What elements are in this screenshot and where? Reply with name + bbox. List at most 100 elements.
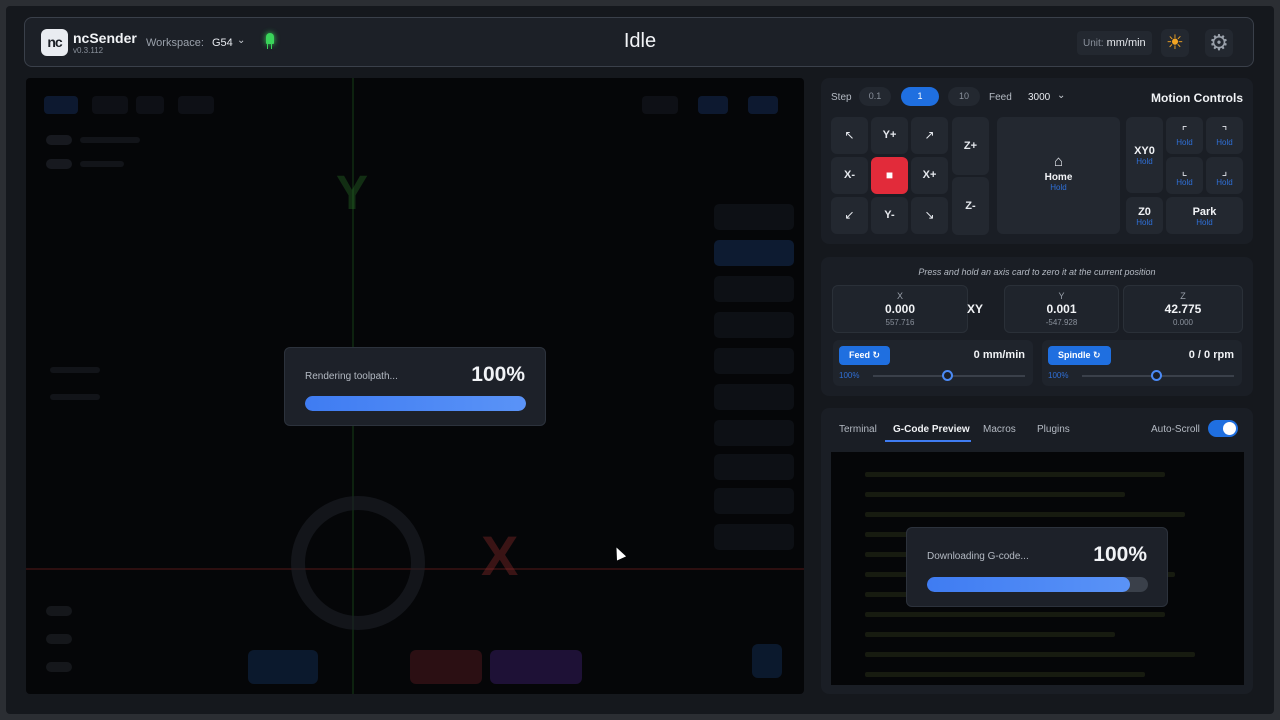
axis-y-name: Y xyxy=(1058,291,1065,301)
home-icon: ⌂ xyxy=(1053,153,1064,170)
park-button[interactable]: Park Hold xyxy=(1166,197,1243,234)
corner-bottom-right-button[interactable]: ⌟ Hold xyxy=(1206,157,1243,194)
ghost-toggle xyxy=(46,159,72,169)
ghost-text xyxy=(80,137,140,143)
tab-terminal[interactable]: Terminal xyxy=(839,424,877,435)
feed-override-percent: 100% xyxy=(839,371,860,380)
gcode-line xyxy=(865,512,1185,517)
toolpath-visualizer[interactable]: Y X Rendering toolpath... 100% xyxy=(26,78,804,694)
gcode-download-percent: 100% xyxy=(1093,543,1147,566)
y-axis-glyph: Y xyxy=(336,167,369,220)
step-option-10[interactable]: 10 xyxy=(948,87,980,106)
axis-card-y[interactable]: Y 0.001 -547.928 xyxy=(1004,285,1119,333)
render-progress-bar xyxy=(305,396,526,411)
connection-led-icon xyxy=(266,33,274,49)
step-option-0-1[interactable]: 0.1 xyxy=(859,87,891,106)
jog-sw-button[interactable]: ↙ xyxy=(831,197,868,234)
ghost-action-button xyxy=(752,644,782,678)
spindle-speed-value: 0 / 0 rpm xyxy=(1188,349,1234,361)
jog-z-plus-button[interactable]: Z+ xyxy=(952,117,989,175)
gcode-line xyxy=(865,472,1165,477)
ghost-side-button xyxy=(714,420,794,446)
gear-icon[interactable]: ⚙ xyxy=(1205,29,1233,57)
chevron-down-icon[interactable]: ⌄ xyxy=(237,35,245,46)
feed-override: Feed ↻ 0 mm/min 100% xyxy=(833,340,1033,386)
axis-z-machine: 0.000 xyxy=(1172,318,1194,327)
axis-card-xy[interactable]: XY xyxy=(967,302,983,316)
gcode-line xyxy=(865,612,1165,617)
ghost-view-tab xyxy=(44,96,78,114)
render-progress-percent: 100% xyxy=(471,363,525,386)
corner-top-right-button[interactable]: ⌝ Hold xyxy=(1206,117,1243,154)
console-panel: Terminal G-Code Preview Macros Plugins A… xyxy=(821,408,1253,694)
spindle-override: Spindle ↻ 0 / 0 rpm 100% xyxy=(1042,340,1242,386)
step-option-1[interactable]: 1 xyxy=(901,87,939,106)
feed-select[interactable]: 3000 xyxy=(1028,92,1050,103)
feed-override-reset-button[interactable]: Feed ↻ xyxy=(839,346,891,365)
autoscroll-label: Auto-Scroll xyxy=(1151,424,1200,435)
ghost-toggle xyxy=(46,662,72,672)
xy0-hold-hint: Hold xyxy=(1136,157,1153,166)
ghost-text xyxy=(50,394,100,400)
home-button[interactable]: ⌂ Home Hold xyxy=(997,117,1120,234)
step-label: Step xyxy=(831,92,852,103)
corner-hold-hint: Hold xyxy=(1216,178,1233,187)
ghost-side-button xyxy=(714,240,794,266)
active-tab-indicator xyxy=(885,440,971,442)
workspace-select[interactable]: G54 xyxy=(212,37,233,49)
corner-bottom-left-button[interactable]: ⌞ Hold xyxy=(1166,157,1203,194)
x-axis-glyph: X xyxy=(481,524,519,587)
corner-hold-hint: Hold xyxy=(1216,138,1233,147)
unit-toggle[interactable]: Unit: mm/min xyxy=(1077,31,1152,55)
feed-label: Feed xyxy=(989,92,1012,103)
app-name: ncSender xyxy=(73,30,137,46)
jog-z-minus-button[interactable]: Z- xyxy=(952,177,989,235)
gcode-download-modal: Downloading G-code... 100% xyxy=(906,527,1168,607)
spindle-override-slider-handle[interactable] xyxy=(1151,370,1162,381)
spindle-override-reset-button[interactable]: Spindle ↻ xyxy=(1048,346,1111,365)
feed-override-slider-handle[interactable] xyxy=(942,370,953,381)
jog-nw-button[interactable]: ↖ xyxy=(831,117,868,154)
render-progress-modal: Rendering toolpath... 100% xyxy=(284,347,546,426)
sun-icon[interactable]: ☀ xyxy=(1161,29,1189,57)
jog-y-plus-button[interactable]: Y+ xyxy=(871,117,908,154)
z0-button[interactable]: Z0 Hold xyxy=(1126,197,1163,234)
machine-status: Idle xyxy=(623,30,657,52)
jog-ne-button[interactable]: ↗ xyxy=(911,117,948,154)
corner-bottom-right-icon: ⌟ xyxy=(1221,164,1228,178)
xy0-button[interactable]: XY0 Hold xyxy=(1126,117,1163,193)
axis-card-z[interactable]: Z 42.775 0.000 xyxy=(1123,285,1243,333)
ghost-action-button xyxy=(248,650,318,684)
spindle-override-percent: 100% xyxy=(1048,371,1069,380)
ghost-jog-dial xyxy=(291,496,425,630)
tab-plugins[interactable]: Plugins xyxy=(1037,424,1070,435)
ghost-view-tab xyxy=(642,96,678,114)
ghost-action-button xyxy=(410,650,482,684)
corner-top-left-button[interactable]: ⌜ Hold xyxy=(1166,117,1203,154)
corner-hold-hint: Hold xyxy=(1176,178,1193,187)
home-button-label: Home xyxy=(1044,172,1073,183)
jog-se-button[interactable]: ↘ xyxy=(911,197,948,234)
tab-gcode-preview[interactable]: G-Code Preview xyxy=(893,424,970,435)
axis-y-machine: -547.928 xyxy=(1045,318,1078,327)
zero-hint: Press and hold an axis card to zero it a… xyxy=(918,267,1156,277)
jog-x-minus-button[interactable]: X- xyxy=(831,157,868,194)
gcode-download-fill xyxy=(927,577,1131,592)
tab-macros[interactable]: Macros xyxy=(983,424,1016,435)
ghost-side-button xyxy=(714,276,794,302)
jog-y-minus-button[interactable]: Y- xyxy=(871,197,908,234)
stop-button[interactable]: ■ xyxy=(871,157,908,194)
feed-rate-value: 0 mm/min xyxy=(973,349,1025,361)
gcode-preview-area[interactable]: Downloading G-code... 100% xyxy=(831,452,1244,685)
ghost-side-button xyxy=(714,454,794,480)
ghost-view-tab xyxy=(748,96,778,114)
ghost-toggle xyxy=(46,634,72,644)
corner-bottom-left-icon: ⌞ xyxy=(1181,164,1188,178)
autoscroll-toggle[interactable] xyxy=(1208,420,1238,437)
axis-card-x[interactable]: X 0.000 557.716 xyxy=(832,285,968,333)
chevron-down-icon[interactable]: ⌄ xyxy=(1057,90,1065,101)
motion-controls-panel: Step 0.1 1 10 Feed 3000 ⌄ Motion Control… xyxy=(821,78,1253,244)
render-progress-fill xyxy=(305,396,526,411)
jog-x-plus-button[interactable]: X+ xyxy=(911,157,948,194)
corner-top-left-icon: ⌜ xyxy=(1181,124,1188,138)
